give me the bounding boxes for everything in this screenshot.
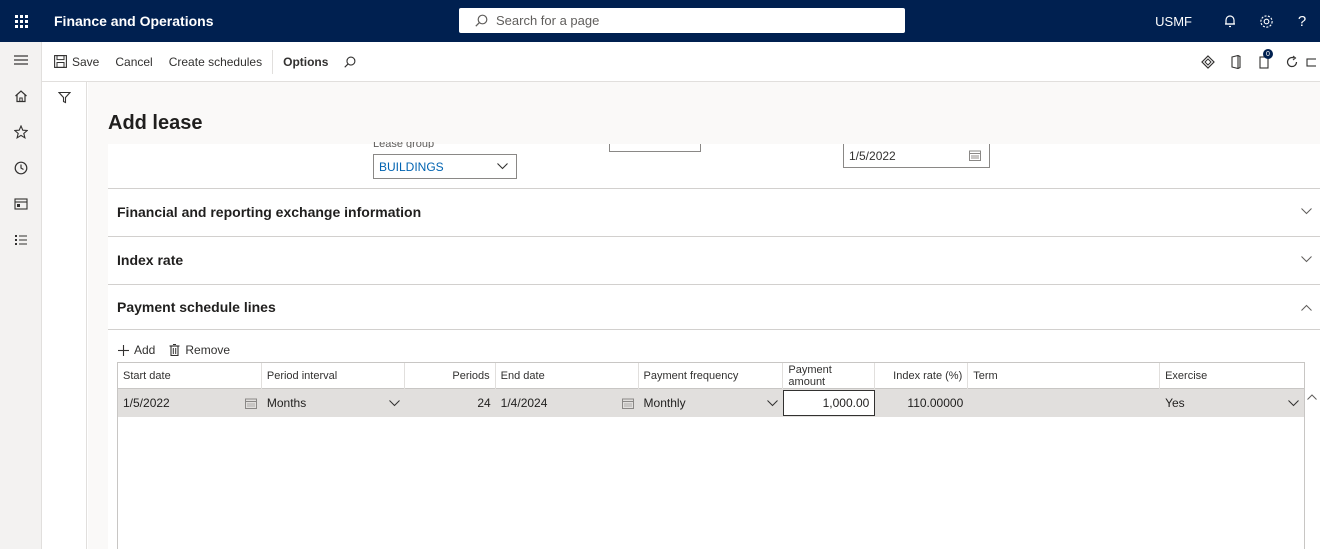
index-rate-section-header[interactable]: Index rate xyxy=(108,236,1320,282)
cell-period-interval[interactable]: Months xyxy=(262,389,405,417)
recent-clock-icon[interactable] xyxy=(0,150,42,186)
cell-periods[interactable]: 24 xyxy=(405,389,496,417)
plus-icon xyxy=(118,344,129,356)
workspaces-icon[interactable] xyxy=(0,186,42,222)
column-header-periods[interactable]: Periods xyxy=(405,363,496,389)
home-icon[interactable] xyxy=(0,78,42,114)
hamburger-menu-icon[interactable] xyxy=(0,42,42,78)
cell-end-date[interactable]: 1/4/2024 xyxy=(496,389,639,417)
chevron-down-icon xyxy=(1301,208,1312,215)
waffle-icon xyxy=(14,14,28,28)
column-header-index-rate[interactable]: Index rate (%) xyxy=(875,363,969,389)
lease-form: Lease group BUILDINGS 1/5/2022 Financial… xyxy=(108,142,1320,549)
calendar-icon[interactable] xyxy=(621,398,634,409)
chevron-down-icon xyxy=(1301,256,1312,263)
grid-scroll-up-icon[interactable] xyxy=(1307,392,1318,403)
notifications-bell-icon[interactable] xyxy=(1212,0,1248,42)
trash-icon xyxy=(169,344,180,356)
column-header-term[interactable]: Term xyxy=(968,363,1161,389)
app-launcher-button[interactable] xyxy=(0,0,42,42)
grid-toolbar: Add Remove xyxy=(118,340,244,360)
lease-group-label: Lease group xyxy=(373,142,435,148)
create-schedules-button[interactable]: Create schedules xyxy=(161,42,270,82)
grid-header-row: Start date Period interval Periods End d… xyxy=(118,363,1304,389)
cancel-button[interactable]: Cancel xyxy=(107,42,160,82)
column-header-start-date[interactable]: Start date xyxy=(118,363,262,389)
notification-count-badge: 0 xyxy=(1263,49,1273,59)
cell-start-date[interactable]: 1/5/2022 xyxy=(118,389,262,417)
add-line-button[interactable]: Add xyxy=(118,343,155,357)
settings-gear-icon[interactable] xyxy=(1248,0,1284,42)
cell-exercise[interactable]: Yes xyxy=(1160,389,1304,417)
commencement-date-field[interactable]: 1/5/2022 xyxy=(843,144,990,168)
power-apps-icon[interactable] xyxy=(1194,42,1222,82)
action-pane-divider xyxy=(272,49,274,74)
lease-group-select[interactable]: BUILDINGS xyxy=(373,154,517,179)
options-tab[interactable]: Options xyxy=(275,42,336,82)
financial-reporting-section-header[interactable]: Financial and reporting exchange informa… xyxy=(108,188,1320,234)
left-navigation-pane xyxy=(0,42,42,549)
help-question-icon[interactable]: ? xyxy=(1284,0,1320,42)
action-pane: Save Cancel Create schedules Options 0 xyxy=(42,42,1320,82)
page-title: Add lease xyxy=(108,112,203,134)
column-header-payment-frequency[interactable]: Payment frequency xyxy=(639,363,784,389)
table-row[interactable]: 1/5/2022 Months 24 1/4/2024 Monthly 1,00… xyxy=(118,389,1304,417)
top-navigation-bar: Finance and Operations Search for a page… xyxy=(0,0,1320,42)
search-input[interactable]: Search for a page xyxy=(459,8,905,33)
calendar-icon[interactable] xyxy=(244,398,257,409)
cell-index-rate[interactable]: 110.00000 xyxy=(875,389,968,417)
company-picker[interactable]: USMF xyxy=(1155,14,1192,29)
office-icon[interactable] xyxy=(1222,42,1250,82)
chevron-down-icon xyxy=(497,163,508,170)
filter-funnel-icon[interactable] xyxy=(42,82,87,112)
calendar-icon[interactable] xyxy=(969,150,981,161)
payment-schedule-section-header[interactable]: Payment schedule lines xyxy=(108,284,1320,330)
column-header-end-date[interactable]: End date xyxy=(496,363,639,389)
chevron-down-icon xyxy=(388,399,400,406)
column-header-payment-amount[interactable]: Payment amount xyxy=(783,363,876,389)
search-icon xyxy=(344,56,356,68)
column-header-period-interval[interactable]: Period interval xyxy=(262,363,405,389)
favorites-star-icon[interactable] xyxy=(0,114,42,150)
payment-amount-input[interactable]: 1,000.00 xyxy=(783,390,876,416)
content-area: Add lease Lease group BUILDINGS 1/5/2022… xyxy=(88,82,1320,549)
payment-schedule-grid: Start date Period interval Periods End d… xyxy=(117,362,1305,549)
chevron-up-icon xyxy=(1301,304,1312,311)
open-new-window-icon[interactable] xyxy=(1306,42,1320,82)
save-disk-icon xyxy=(54,55,67,68)
chevron-down-icon xyxy=(1288,399,1299,406)
modules-list-icon[interactable] xyxy=(0,222,42,258)
attachments-icon[interactable]: 0 xyxy=(1250,42,1278,82)
column-header-exercise[interactable]: Exercise xyxy=(1160,363,1304,389)
cell-payment-frequency[interactable]: Monthly xyxy=(639,389,784,417)
refresh-icon[interactable] xyxy=(1278,42,1306,82)
search-placeholder: Search for a page xyxy=(496,13,600,28)
chevron-down-icon xyxy=(767,399,779,406)
search-icon xyxy=(475,14,488,27)
action-search-button[interactable] xyxy=(336,42,364,82)
save-button[interactable]: Save xyxy=(42,42,107,82)
cell-term[interactable] xyxy=(968,389,1160,417)
filter-pane xyxy=(42,82,87,549)
app-title[interactable]: Finance and Operations xyxy=(54,13,213,29)
remove-line-button[interactable]: Remove xyxy=(169,343,230,357)
text-field[interactable] xyxy=(609,144,701,152)
